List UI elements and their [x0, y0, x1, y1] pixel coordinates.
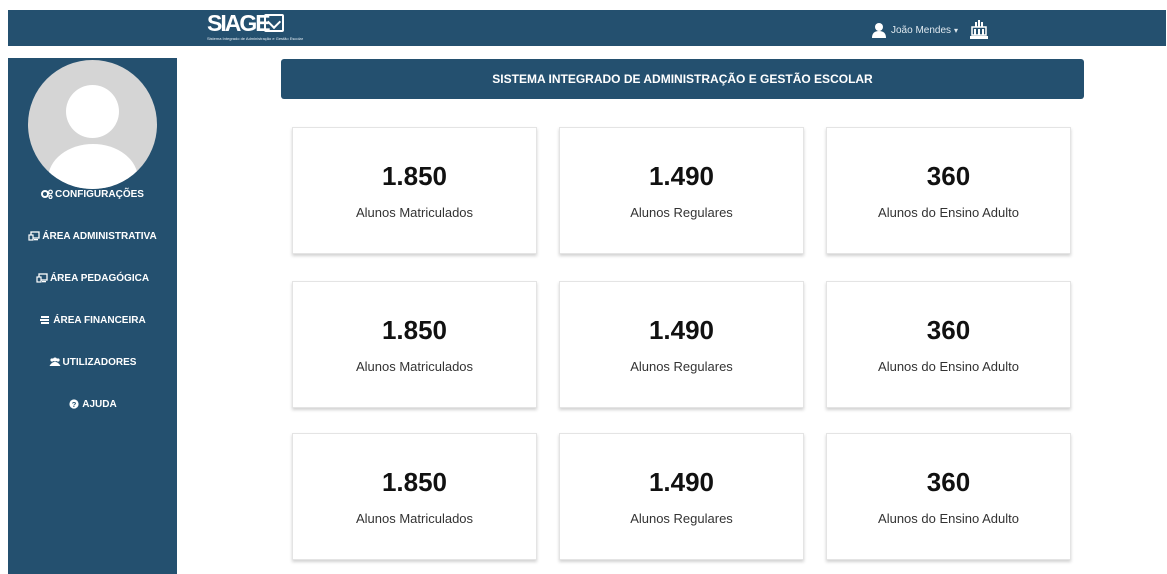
sidebar-item-label: AJUDA — [82, 398, 117, 410]
sidebar-item-label: ÁREA PEDAGÓGICA — [49, 272, 150, 284]
stat-label: Alunos Regulares — [630, 359, 733, 374]
stat-card[interactable]: 1.850 Alunos Matriculados — [292, 127, 537, 254]
monitor-icon — [36, 273, 48, 283]
stat-label: Alunos Regulares — [630, 511, 733, 526]
stat-value: 1.850 — [381, 467, 448, 497]
stat-label: Alunos Matriculados — [355, 359, 474, 374]
stat-value: 360 — [926, 315, 971, 345]
stat-card[interactable]: 360 Alunos do Ensino Adulto — [826, 127, 1071, 254]
cogs-icon — [41, 189, 53, 199]
stat-card[interactable]: 360 Alunos do Ensino Adulto — [826, 433, 1071, 560]
sidebar-item-area-pedagogica[interactable]: ÁREA PEDAGÓGICA — [8, 267, 177, 289]
sidebar-item-ajuda[interactable]: ? AJUDA — [8, 393, 177, 415]
users-icon — [49, 357, 61, 366]
stat-card[interactable]: 1.850 Alunos Matriculados — [292, 281, 537, 408]
stat-label: Alunos do Ensino Adulto — [878, 359, 1019, 374]
stat-label: Alunos do Ensino Adulto — [878, 511, 1019, 526]
sidebar-item-label: ÁREA FINANCEIRA — [53, 314, 146, 326]
user-menu[interactable]: João Mendes ▾ — [871, 19, 990, 41]
logo-text: SIAGE — [207, 10, 271, 36]
page-title: SISTEMA INTEGRADO DE ADMINISTRAÇÃO E GES… — [492, 72, 873, 86]
avatar[interactable] — [28, 60, 157, 189]
sidebar-item-label: CONFIGURAÇÕES — [55, 188, 144, 200]
question-icon: ? — [69, 399, 79, 409]
sidebar-item-label: UTILIZADORES — [62, 356, 137, 368]
sidebar-item-utilizadores[interactable]: UTILIZADORES — [8, 351, 177, 373]
stat-value: 1.490 — [648, 315, 715, 345]
stat-card[interactable]: 360 Alunos do Ensino Adulto — [826, 281, 1071, 408]
sidebar: CONFIGURAÇÕES ÁREA ADMINISTRATIVA ÁREA P… — [8, 58, 177, 574]
user-icon — [872, 23, 886, 38]
stat-label: Alunos do Ensino Adulto — [878, 205, 1019, 220]
stat-value: 1.490 — [648, 161, 715, 191]
stat-card[interactable]: 1.490 Alunos Regulares — [559, 281, 804, 408]
logo-check-icon — [264, 14, 284, 32]
stat-value: 1.850 — [381, 161, 448, 191]
user-name: João Mendes — [891, 24, 952, 36]
avatar-head-shape — [66, 85, 119, 138]
stat-value: 1.490 — [648, 467, 715, 497]
stat-card[interactable]: 1.850 Alunos Matriculados — [292, 433, 537, 560]
stat-label: Alunos Matriculados — [355, 205, 474, 220]
caret-down-icon: ▾ — [954, 25, 959, 35]
stat-label: Alunos Matriculados — [355, 511, 474, 526]
stat-card[interactable]: 1.490 Alunos Regulares — [559, 127, 804, 254]
logo-subtitle: Sistema Integrado de Administração e Ges… — [207, 36, 304, 41]
sidebar-item-configuracoes[interactable]: CONFIGURAÇÕES — [8, 183, 177, 205]
sidebar-item-area-financeira[interactable]: ÁREA FINANCEIRA — [8, 309, 177, 331]
stat-value: 1.850 — [381, 315, 448, 345]
building-icon[interactable] — [968, 20, 990, 40]
monitor-icon — [28, 231, 40, 241]
stat-value: 360 — [926, 161, 971, 191]
money-icon — [40, 316, 50, 324]
top-bar: SIAGE Sistema Integrado de Administração… — [8, 10, 1166, 46]
stat-value: 360 — [926, 467, 971, 497]
stat-label: Alunos Regulares — [630, 205, 733, 220]
siage-logo[interactable]: SIAGE Sistema Integrado de Administração… — [198, 10, 318, 46]
sidebar-item-label: ÁREA ADMINISTRATIVA — [42, 230, 157, 242]
svg-text:?: ? — [72, 400, 77, 409]
sidebar-item-area-administrativa[interactable]: ÁREA ADMINISTRATIVA — [8, 225, 177, 247]
stat-card[interactable]: 1.490 Alunos Regulares — [559, 433, 804, 560]
page-title-bar: SISTEMA INTEGRADO DE ADMINISTRAÇÃO E GES… — [281, 59, 1084, 99]
